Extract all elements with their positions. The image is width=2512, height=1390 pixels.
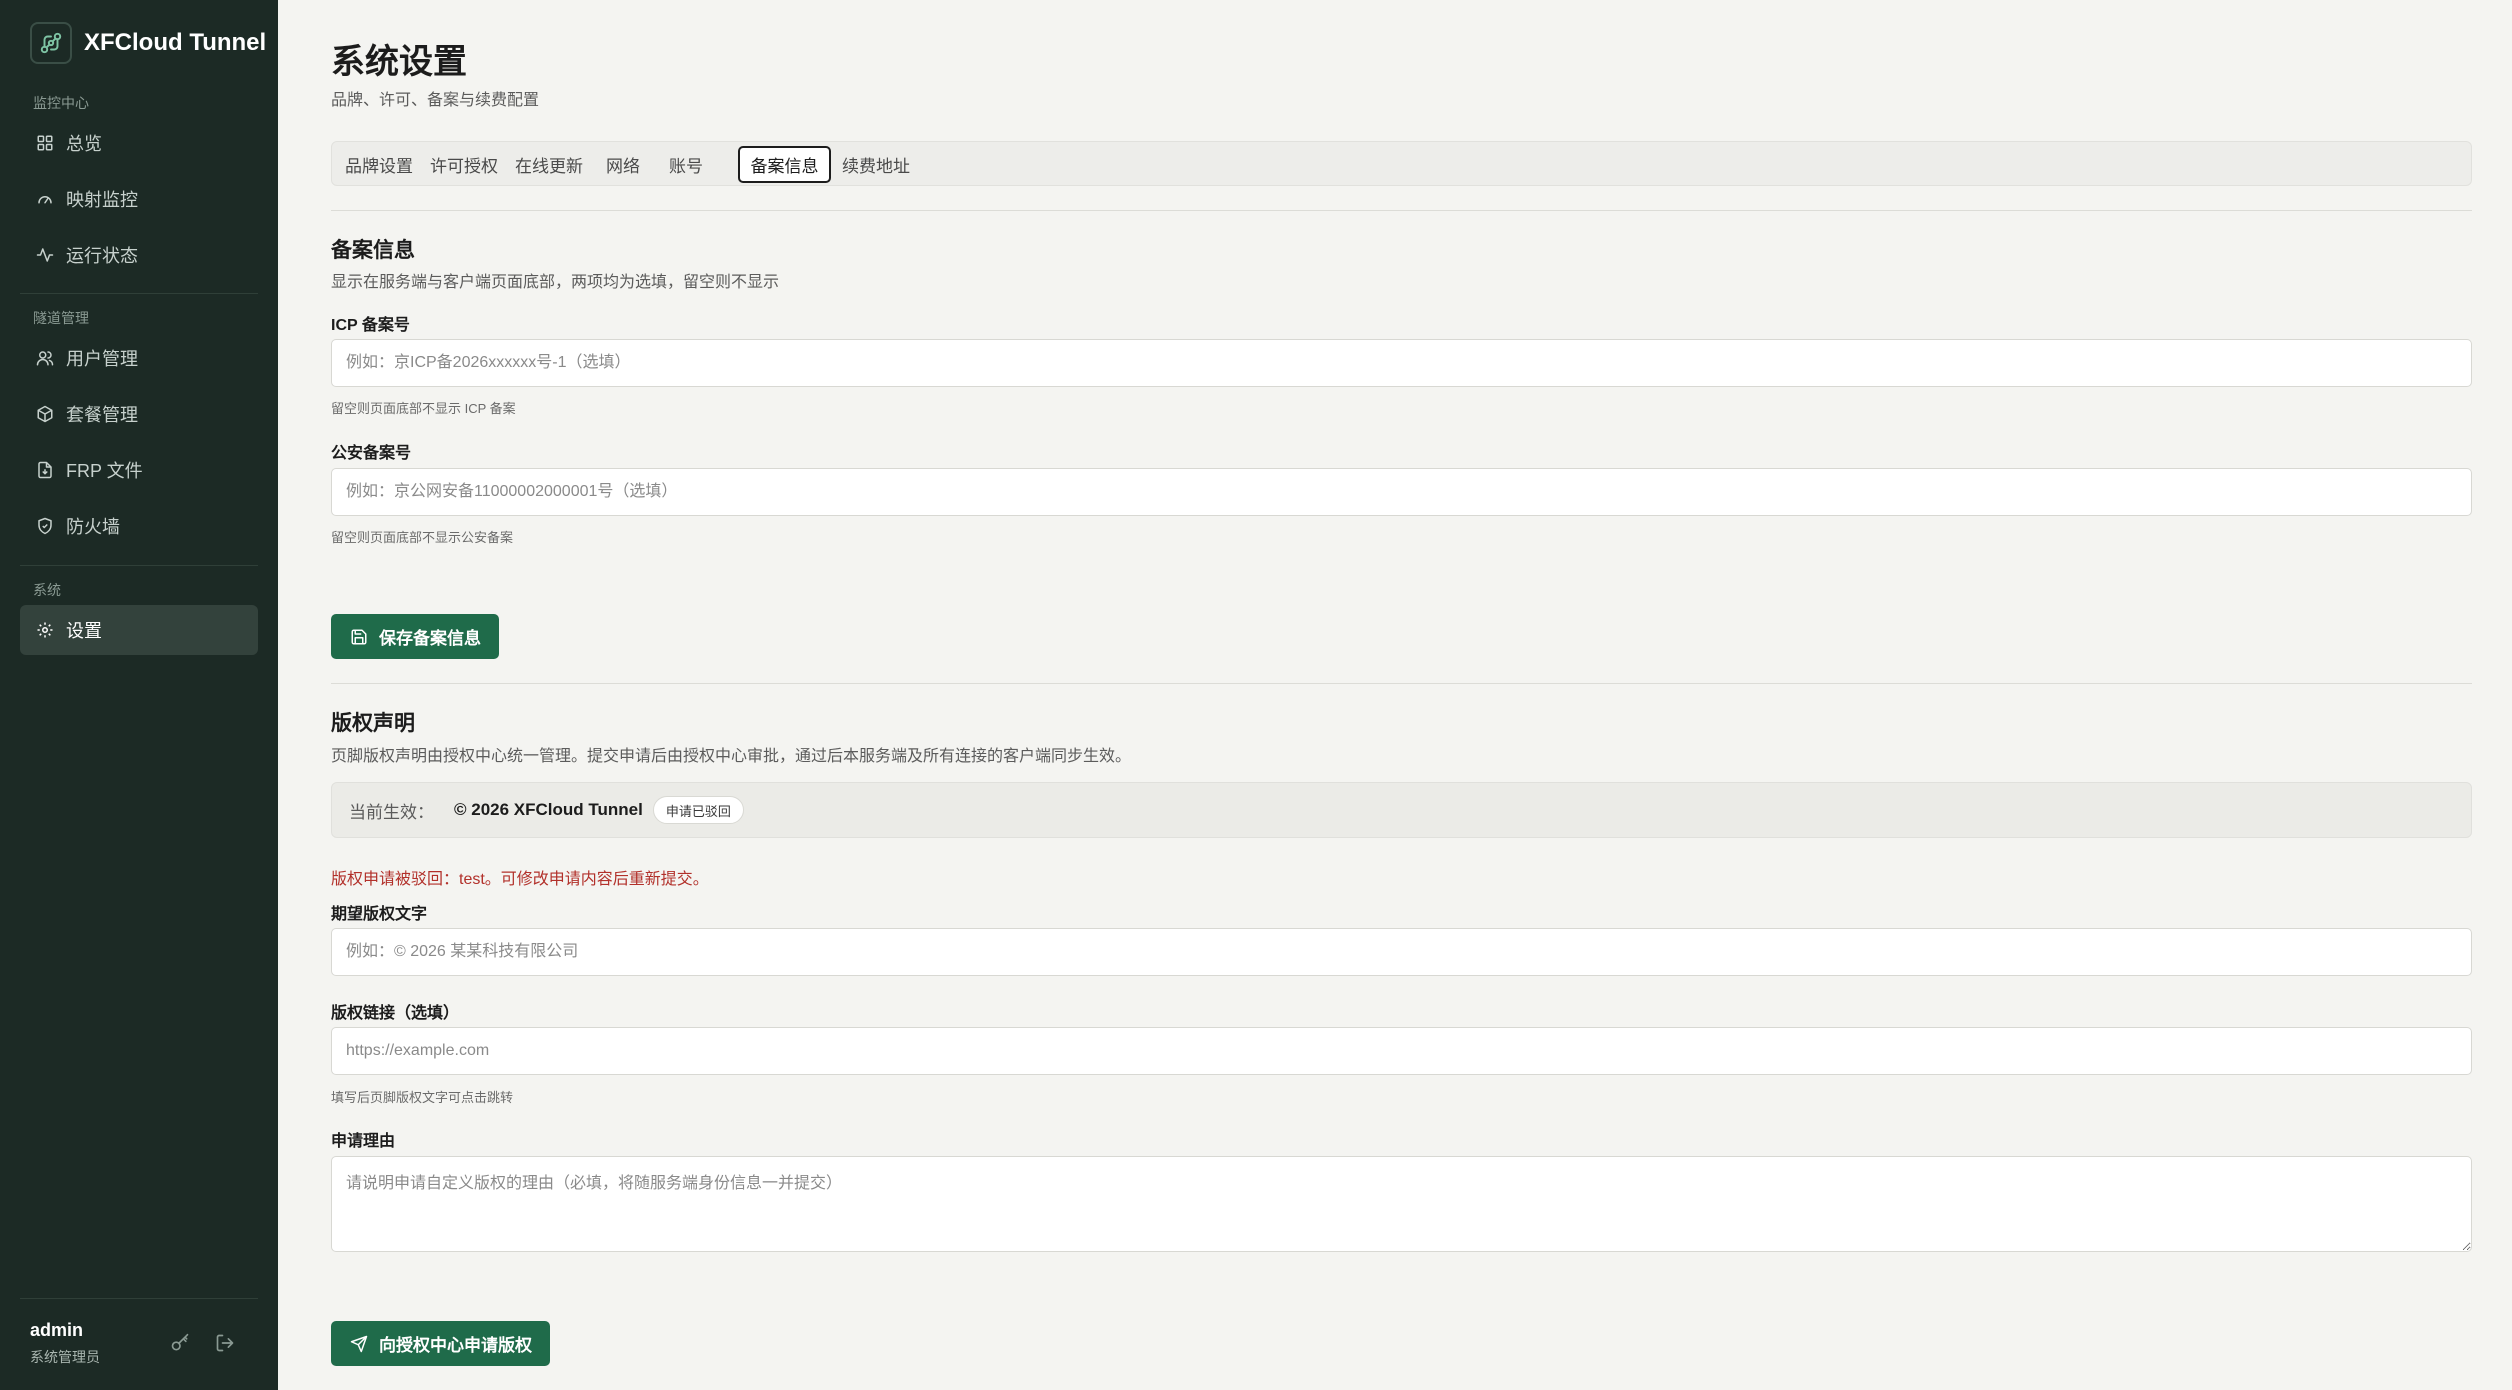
- sidebar-item-frp-files[interactable]: FRP 文件: [20, 445, 258, 495]
- icp-input[interactable]: [331, 339, 2472, 387]
- user-profile: admin 系统管理员: [30, 1320, 100, 1367]
- sidebar-item-mapping-monitor[interactable]: 映射监控: [20, 174, 258, 224]
- beian-section-title: 备案信息: [331, 239, 415, 262]
- reason-label: 申请理由: [331, 1133, 396, 1150]
- users-icon: [34, 347, 56, 369]
- sidebar-item-label: 运行状态: [66, 246, 138, 266]
- status-badge: 申请已驳回: [652, 796, 744, 824]
- tab-account[interactable]: 账号: [658, 146, 714, 183]
- save-icon: [349, 627, 369, 647]
- copyright-section-description: 页脚版权声明由授权中心统一管理。提交申请后由授权中心审批，通过后本服务端及所有连…: [331, 748, 1132, 765]
- icp-hint: 留空则页面底部不显示 ICP 备案: [331, 401, 516, 416]
- section-label-monitor: 监控中心: [33, 95, 89, 111]
- section-label-system: 系统: [33, 582, 61, 598]
- section-divider: [331, 210, 2472, 211]
- reason-textarea[interactable]: [331, 1156, 2472, 1252]
- gauge-icon: [34, 188, 56, 210]
- sidebar-item-label: 总览: [66, 134, 102, 154]
- sidebar: XFCloud Tunnel 监控中心 总览 映射监控 运行状态 隧道管理 用户…: [0, 0, 278, 1390]
- copyright-section-title: 版权声明: [331, 712, 415, 735]
- sidebar-item-label: 设置: [66, 621, 102, 641]
- current-copyright-label: 当前生效：: [349, 802, 434, 822]
- copyright-link-label: 版权链接（选填）: [331, 1005, 460, 1022]
- sidebar-item-label: 用户管理: [66, 349, 138, 369]
- file-download-icon: [34, 459, 56, 481]
- section-divider: [331, 683, 2472, 684]
- current-copyright: 当前生效： © 2026 XFCloud Tunnel 申请已驳回: [331, 782, 2472, 838]
- sidebar-divider: [20, 293, 258, 294]
- sidebar-item-overview[interactable]: 总览: [20, 118, 258, 168]
- send-icon: [349, 1334, 369, 1354]
- police-input[interactable]: [331, 468, 2472, 516]
- sidebar-item-label: 映射监控: [66, 190, 138, 210]
- page-title: 系统设置: [331, 43, 467, 81]
- police-hint: 留空则页面底部不显示公安备案: [331, 530, 514, 545]
- grid-icon: [34, 132, 56, 154]
- section-label-tunnel: 隧道管理: [33, 310, 89, 326]
- tab-renewal-url[interactable]: 续费地址: [837, 146, 915, 183]
- submit-copyright-label: 向授权中心申请版权: [379, 1336, 532, 1355]
- sidebar-item-settings[interactable]: 设置: [20, 605, 258, 655]
- rejection-message: 版权申请被驳回：test。可修改申请内容后重新提交。: [331, 871, 709, 888]
- copyright-text-label: 期望版权文字: [331, 906, 428, 923]
- sidebar-item-label: 防火墙: [66, 517, 120, 537]
- shield-check-icon: [34, 515, 56, 537]
- save-beian-label: 保存备案信息: [379, 629, 481, 648]
- gear-icon: [34, 619, 56, 641]
- sidebar-divider: [20, 565, 258, 566]
- app-name: XFCloud Tunnel: [84, 29, 267, 56]
- copyright-link-hint: 填写后页脚版权文字可点击跳转: [331, 1090, 514, 1105]
- tab-beian-info[interactable]: 备案信息: [738, 146, 831, 183]
- sidebar-item-runtime-status[interactable]: 运行状态: [20, 230, 258, 280]
- tunnel-logo-icon: [30, 22, 72, 64]
- brand[interactable]: XFCloud Tunnel: [30, 22, 266, 64]
- icp-label: ICP 备案号: [331, 317, 410, 334]
- current-copyright-value: © 2026 XFCloud Tunnel: [454, 800, 643, 819]
- sidebar-item-user-management[interactable]: 用户管理: [20, 333, 258, 383]
- sidebar-item-firewall[interactable]: 防火墙: [20, 501, 258, 551]
- police-label: 公安备案号: [331, 445, 412, 462]
- user-name: admin: [30, 1320, 84, 1340]
- tab-network[interactable]: 网络: [595, 146, 651, 183]
- copyright-link-input[interactable]: [331, 1027, 2472, 1075]
- page-subtitle: 品牌、许可、备案与续费配置: [331, 92, 540, 109]
- sidebar-item-label: 套餐管理: [66, 405, 138, 425]
- submit-copyright-button[interactable]: 向授权中心申请版权: [331, 1321, 550, 1366]
- sidebar-item-package-management[interactable]: 套餐管理: [20, 389, 258, 439]
- settings-tabs: 品牌设置 许可授权 在线更新 网络 账号 备案信息 续费地址: [331, 141, 2472, 186]
- sidebar-item-label: FRP 文件: [66, 461, 143, 481]
- beian-section-description: 显示在服务端与客户端页面底部，两项均为选填，留空则不显示: [331, 274, 780, 291]
- user-role: 系统管理员: [30, 1349, 100, 1365]
- tab-online-update[interactable]: 在线更新: [510, 146, 588, 183]
- key-icon[interactable]: [168, 1331, 192, 1355]
- package-icon: [34, 403, 56, 425]
- activity-icon: [34, 244, 56, 266]
- save-beian-button[interactable]: 保存备案信息: [331, 614, 499, 659]
- logout-icon[interactable]: [213, 1331, 237, 1355]
- tab-brand-settings[interactable]: 品牌设置: [340, 146, 418, 183]
- sidebar-divider: [20, 1298, 258, 1299]
- copyright-text-input[interactable]: [331, 928, 2472, 976]
- tab-license[interactable]: 许可授权: [425, 146, 503, 183]
